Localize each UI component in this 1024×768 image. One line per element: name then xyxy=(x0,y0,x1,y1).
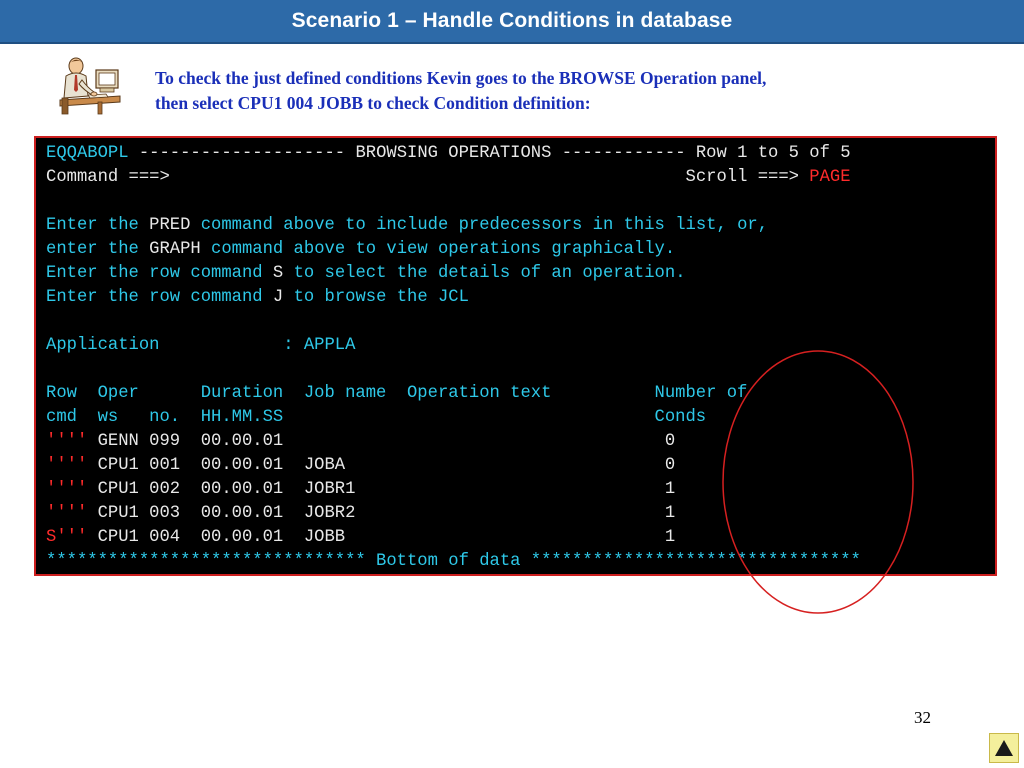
table-row: '''' CPU1 001 00.00.01 JOBA 0 xyxy=(46,454,675,478)
application-value: APPLA xyxy=(303,336,356,355)
row-command-field[interactable]: '''' xyxy=(46,480,87,499)
row-data: GENN 099 00.00.01 0 xyxy=(87,432,676,451)
help-command: S xyxy=(272,264,284,283)
row-command-field[interactable]: '''' xyxy=(46,456,87,475)
help-text: Enter the xyxy=(46,216,150,235)
panel-id: EQQABOPL xyxy=(46,144,129,163)
row-command-field[interactable]: S''' xyxy=(46,528,87,547)
row-info: Row 1 to 5 of 5 xyxy=(695,144,851,163)
command-line: Command ===> Scroll ===> PAGE xyxy=(46,166,851,190)
terminal-screen: EQQABOPL -------------------- BROWSING O… xyxy=(34,136,997,576)
help-command: PRED xyxy=(149,216,191,235)
help-line-4: Enter the row command J to browse the JC… xyxy=(46,286,469,310)
help-line-2: enter the GRAPH command above to view op… xyxy=(46,238,675,262)
help-text: Enter the row command xyxy=(46,288,273,307)
help-text: to browse the JCL xyxy=(283,288,469,307)
header-dashes-right: ------------ xyxy=(551,144,696,163)
table-row: S''' CPU1 004 00.00.01 JOBB 1 xyxy=(46,526,675,550)
scroll-value-field[interactable]: PAGE xyxy=(809,168,850,187)
help-text: command above to include predecessors in… xyxy=(190,216,769,235)
up-triangle-icon xyxy=(995,740,1013,756)
help-text: command above to view operations graphic… xyxy=(200,240,676,259)
help-line-1: Enter the PRED command above to include … xyxy=(46,214,768,238)
help-command: J xyxy=(272,288,284,307)
application-label: Application : xyxy=(46,336,304,355)
help-line-3: Enter the row command S to select the de… xyxy=(46,262,686,286)
terminal-header-line: EQQABOPL -------------------- BROWSING O… xyxy=(46,142,851,166)
panel-title: BROWSING OPERATIONS xyxy=(355,144,552,163)
column-header-2: cmd ws no. HH.MM.SS Conds xyxy=(46,408,707,427)
row-data: CPU1 003 00.00.01 JOBR2 1 xyxy=(87,504,676,523)
column-header-1: Row Oper Duration Job name Operation tex… xyxy=(46,384,748,403)
help-text: to select the details of an operation. xyxy=(283,264,686,283)
help-command: GRAPH xyxy=(149,240,201,259)
navigation-up-button[interactable] xyxy=(989,733,1019,763)
table-row: '''' CPU1 003 00.00.01 JOBR2 1 xyxy=(46,502,675,526)
slide-title: Scenario 1 – Handle Conditions in databa… xyxy=(291,9,733,32)
row-command-field[interactable]: '''' xyxy=(46,432,87,451)
help-text: Enter the row command xyxy=(46,264,273,283)
help-text: enter the xyxy=(46,240,150,259)
command-input[interactable] xyxy=(170,168,686,187)
row-data: CPU1 002 00.00.01 JOBR1 1 xyxy=(87,480,676,499)
intro-text: To check the just defined conditions Kev… xyxy=(155,66,915,116)
person-at-computer-icon xyxy=(59,57,121,115)
bottom-of-data-line: ******************************* Bottom o… xyxy=(46,552,861,571)
table-row: '''' GENN 099 00.00.01 0 xyxy=(46,430,675,454)
application-line: Application : APPLA xyxy=(46,334,355,358)
intro-line-2: then select CPU1 004 JOBB to check Condi… xyxy=(155,93,591,113)
scroll-label: Scroll ===> xyxy=(685,168,810,187)
row-command-field[interactable]: '''' xyxy=(46,504,87,523)
header-dashes-left: -------------------- xyxy=(128,144,356,163)
slide-title-bar: Scenario 1 – Handle Conditions in databa… xyxy=(0,0,1024,44)
table-row: '''' CPU1 002 00.00.01 JOBR1 1 xyxy=(46,478,675,502)
command-label: Command ===> xyxy=(46,168,170,187)
page-number: 32 xyxy=(914,708,931,727)
intro-line-1: To check the just defined conditions Kev… xyxy=(155,68,767,88)
row-data: CPU1 001 00.00.01 JOBA 0 xyxy=(87,456,676,475)
row-data: CPU1 004 00.00.01 JOBB 1 xyxy=(87,528,676,547)
